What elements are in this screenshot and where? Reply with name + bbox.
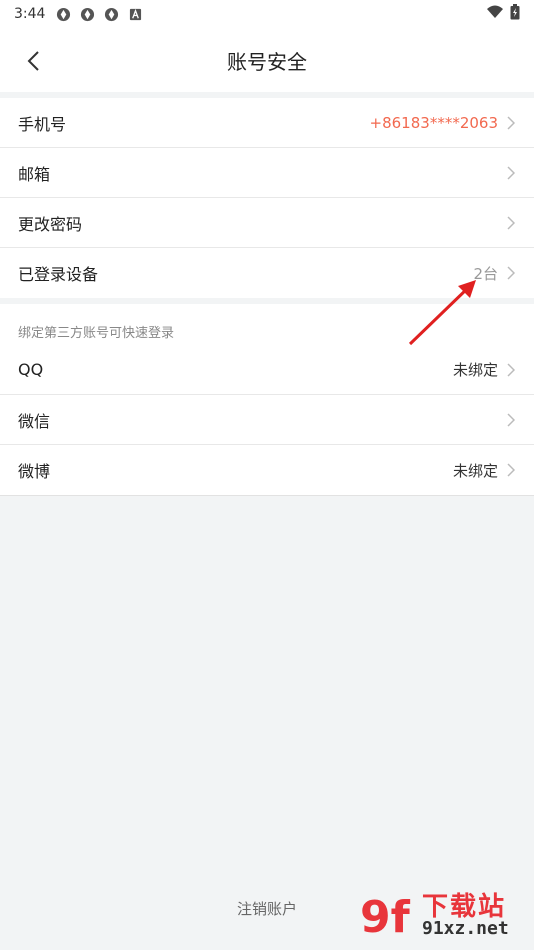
row-label: 微博 (18, 462, 51, 481)
a-icon (127, 6, 143, 22)
chevron-right-icon (506, 362, 516, 378)
weibo-bind-status: 未绑定 (452, 461, 498, 480)
third-party-binding-list: 绑定第三方账号可快速登录 QQ 未绑定 微信 微博 未绑定 (0, 304, 534, 496)
row-label: 手机号 (18, 114, 67, 134)
row-phone[interactable]: 手机号 +86183****2063 (0, 98, 534, 148)
row-label: 已登录设备 (18, 265, 99, 284)
row-label: 邮箱 (18, 164, 51, 184)
row-logged-in-devices[interactable]: 已登录设备 2台 (0, 248, 534, 298)
status-time: 3:44 (14, 6, 46, 22)
row-change-password[interactable]: 更改密码 (0, 198, 534, 248)
notification-icon (103, 6, 119, 22)
row-label: 更改密码 (18, 214, 83, 234)
notification-icon (79, 6, 95, 22)
row-weibo[interactable]: 微博 未绑定 (0, 445, 534, 495)
svg-text:9f: 9f (360, 892, 411, 943)
page-header: 账号安全 (0, 28, 534, 92)
watermark-domain: 91xz.net (422, 918, 509, 939)
device-count-value: 2台 (473, 264, 498, 283)
chevron-right-icon (506, 165, 516, 181)
watermark-title: 下载站 (422, 892, 507, 922)
back-button[interactable] (18, 46, 48, 76)
qq-bind-status: 未绑定 (452, 361, 498, 379)
status-right (486, 4, 520, 24)
wifi-icon (486, 5, 504, 23)
chevron-left-icon (27, 51, 39, 71)
notification-icon (55, 6, 71, 22)
status-notification-icons (55, 6, 143, 22)
account-settings-list: 手机号 +86183****2063 邮箱 更改密码 已登录设备 2台 (0, 98, 534, 298)
phone-value: +86183****2063 (369, 113, 498, 132)
row-qq[interactable]: QQ 未绑定 (0, 345, 534, 395)
chevron-right-icon (506, 462, 516, 478)
row-label: 微信 (18, 411, 51, 431)
watermark-logo-icon: 9f (360, 892, 411, 943)
chevron-right-icon (506, 115, 516, 131)
site-watermark: 9f 下载站 91xz.net (358, 886, 530, 946)
battery-icon (510, 4, 520, 24)
row-label: QQ (18, 360, 44, 379)
status-bar: 3:44 (0, 0, 534, 28)
row-email[interactable]: 邮箱 (0, 148, 534, 198)
watermark-text: 下载站 91xz.net (422, 894, 509, 938)
chevron-right-icon (506, 215, 516, 231)
chevron-right-icon (506, 265, 516, 281)
row-wechat[interactable]: 微信 (0, 395, 534, 445)
section-caption: 绑定第三方账号可快速登录 (0, 304, 534, 345)
chevron-right-icon (506, 412, 516, 428)
page-title: 账号安全 (227, 49, 307, 74)
